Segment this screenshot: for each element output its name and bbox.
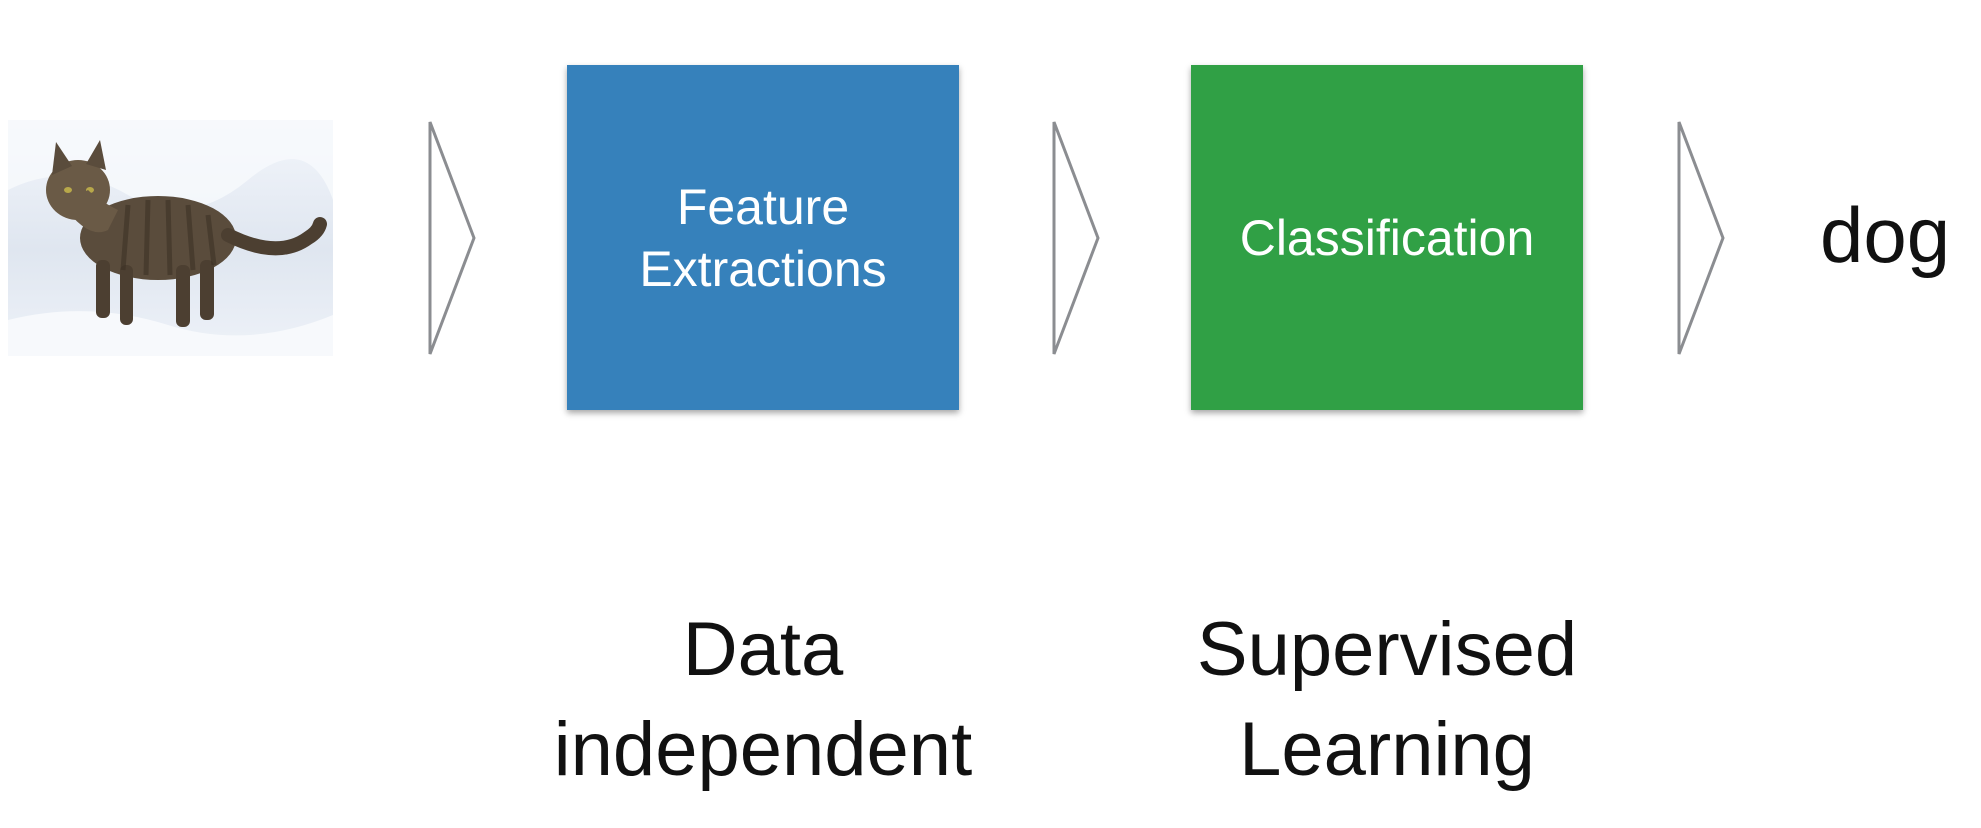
- chevron-right-icon: [1052, 121, 1100, 355]
- feature-extraction-box: Feature Extractions: [567, 65, 959, 410]
- arrow-to-classification: [1052, 120, 1100, 356]
- input-cat-image: [8, 120, 333, 356]
- chevron-right-icon: [1677, 121, 1725, 355]
- chevron-right-icon: [428, 121, 476, 355]
- arrow-to-feature-extraction: [428, 120, 476, 356]
- classification-caption: Supervised Learning: [1196, 607, 1578, 792]
- arrow-to-output: [1677, 120, 1725, 356]
- output-label: dog: [1820, 191, 1951, 279]
- feature-extraction-caption: Data independent: [553, 607, 973, 792]
- classification-box: Classification: [1191, 65, 1583, 410]
- cat-photo-icon: [8, 120, 333, 356]
